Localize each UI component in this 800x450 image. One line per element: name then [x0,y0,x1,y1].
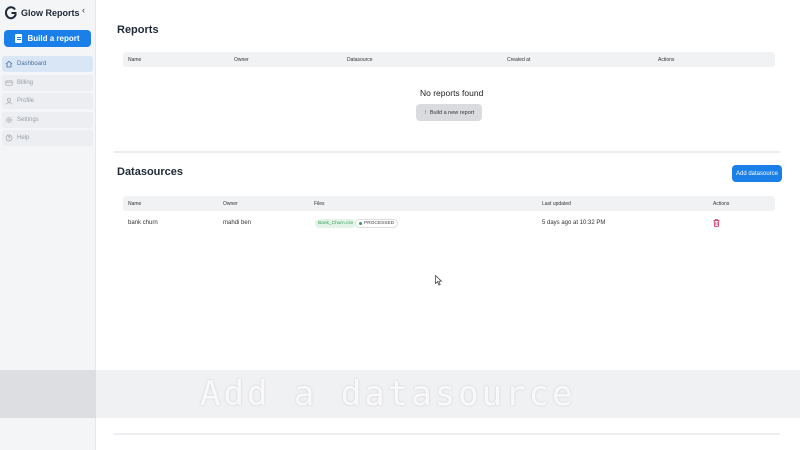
glow-logo-icon [5,6,17,20]
column-header: Name [128,200,142,207]
column-header: Actions [713,200,730,207]
document-icon [15,34,23,43]
sidebar-item-label: Settings [17,116,39,123]
sidebar-item-dashboard[interactable]: Dashboard [2,56,93,72]
brand[interactable]: Glow Reports [5,5,93,21]
sidebar-item-label: Help [17,135,30,142]
sidebar-item-help[interactable]: Help [2,130,93,147]
build-new-report-label: Build a new report [429,109,475,116]
add-datasource-button[interactable]: Add datasource [732,165,782,182]
sidebar-item-label: Dashboard [17,61,47,67]
help-icon [5,135,13,142]
build-report-label: Build a report [27,34,80,43]
sidebar-item-billing[interactable]: Billing [2,74,93,91]
bottom-divider [114,433,780,435]
build-new-report-button[interactable]: ↑ Build a new report [416,104,482,121]
user-icon [5,98,13,105]
column-header: Datasource [347,56,373,63]
column-header: Owner [234,56,249,63]
datasources-table-header: Name Owner Files Last updated Actions [123,196,775,211]
collapse-sidebar-icon[interactable]: ‹ [82,6,85,15]
column-header: Actions [658,56,675,63]
reports-table-header: Name Owner Datasource Created at Actions [123,52,775,67]
status-label: PROCESSED [364,221,395,226]
caption-band-sidebar [0,370,96,418]
column-header: Name [128,56,142,63]
sidebar-nav: Dashboard Billing Profile Settings Help [2,56,93,149]
column-header: Owner [223,200,238,207]
sidebar-item-settings[interactable]: Settings [2,111,93,128]
home-icon [5,60,13,68]
column-header: Files [314,200,325,207]
status-badge: PROCESSED [355,219,399,228]
file-chip[interactable]: Bank_Churn.csv [315,219,357,228]
sidebar-item-label: Billing [17,79,34,86]
reports-title: Reports [117,24,159,36]
mouse-cursor-icon [435,275,443,286]
overlay-caption: Add a datasource [200,374,576,414]
status-dot-icon [359,222,362,225]
card-icon [5,80,13,86]
upload-icon: ↑ [423,109,427,116]
sidebar-item-profile[interactable]: Profile [2,93,93,110]
build-report-button[interactable]: Build a report [4,30,91,47]
column-header: Last updated [542,200,571,207]
section-divider [114,151,780,153]
datasource-updated: 5 days ago at 10:32 PM [542,220,606,226]
column-header: Created at [507,56,531,63]
app-root: Glow Reports ‹ Build a report Dashboard … [0,0,800,450]
datasources-title: Datasources [117,166,184,178]
datasource-owner: mahdi ben [223,220,252,226]
trash-icon[interactable] [713,219,720,227]
sidebar-item-label: Profile [17,98,35,105]
datasource-name[interactable]: bank churn [128,220,158,226]
reports-empty-state: No reports found [420,88,484,98]
app-name: Glow Reports [21,8,80,18]
table-row[interactable]: bank churn mahdi ben 5 days ago at 10:32… [123,212,775,234]
gear-icon [5,116,13,123]
